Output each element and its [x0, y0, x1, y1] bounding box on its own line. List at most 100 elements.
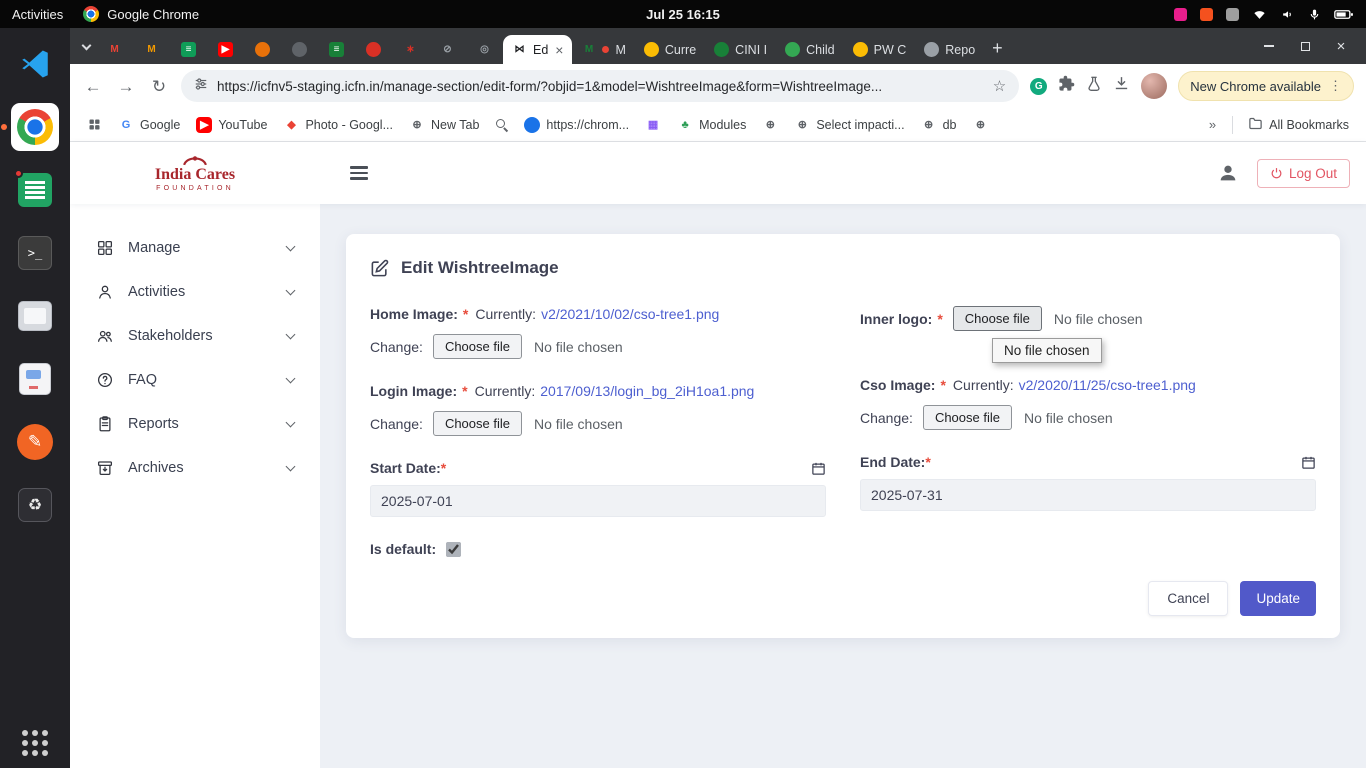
- dock-item-draw[interactable]: ✎: [11, 418, 59, 466]
- bookmark-youtube[interactable]: ▶YouTube: [189, 113, 274, 137]
- site-settings-icon[interactable]: [194, 77, 208, 96]
- logout-button[interactable]: Log Out: [1257, 159, 1350, 188]
- chrome-labs-flask-icon[interactable]: [1086, 76, 1102, 97]
- browser-tab-child[interactable]: Child: [776, 35, 844, 64]
- tray-app-icon-1[interactable]: [1174, 8, 1187, 21]
- start-date-input[interactable]: [370, 485, 826, 517]
- apps-grid-icon[interactable]: [80, 113, 109, 136]
- browser-tab-pw-c[interactable]: PW C: [844, 35, 916, 64]
- dock-item-vscode[interactable]: [11, 40, 59, 88]
- browser-tab-ed[interactable]: ⋈Ed×: [503, 35, 572, 64]
- maximize-button[interactable]: [1298, 39, 1312, 53]
- sidebar-item-manage[interactable]: Manage: [70, 226, 320, 270]
- home-image-choose-file-button[interactable]: Choose file: [433, 334, 522, 359]
- dock-item-terminal[interactable]: >_: [11, 229, 59, 277]
- bookmark-select-impacti-[interactable]: ⊕Select impacti...: [787, 113, 911, 137]
- bookmark-photo-googl-[interactable]: ◆Photo - Googl...: [276, 113, 400, 137]
- browser-tab[interactable]: ▶: [207, 35, 244, 64]
- content-area: Edit WishtreeImage Home Image:* Currentl…: [320, 204, 1366, 768]
- sidebar-item-stakeholders[interactable]: Stakeholders: [70, 314, 320, 358]
- login-image-choose-file-button[interactable]: Choose file: [433, 411, 522, 436]
- login-image-link[interactable]: 2017/09/13/login_bg_2iH1oa1.png: [540, 383, 754, 399]
- end-date-calendar-icon[interactable]: [1301, 455, 1316, 470]
- cso-image-link[interactable]: v2/2020/11/25/cso-tree1.png: [1019, 377, 1196, 393]
- browser-tab-m[interactable]: MM: [572, 35, 634, 64]
- edit-pencil-icon: [370, 259, 389, 278]
- volume-icon[interactable]: [1280, 8, 1295, 21]
- bookmark-https-chrom-[interactable]: https://chrom...: [517, 113, 636, 137]
- cancel-button[interactable]: Cancel: [1148, 581, 1228, 616]
- sidebar-toggle-button[interactable]: [346, 162, 372, 183]
- all-bookmarks-button[interactable]: All Bookmarks: [1241, 112, 1356, 138]
- microphone-icon[interactable]: [1308, 8, 1321, 21]
- bookmark-item[interactable]: ⊕: [965, 113, 995, 137]
- bookmarks-overflow-chevron[interactable]: »: [1201, 117, 1224, 132]
- bookmark-item[interactable]: ▦: [638, 113, 668, 137]
- tray-app-icon-3[interactable]: [1226, 8, 1239, 21]
- browser-tab[interactable]: [244, 35, 281, 64]
- brand-logo[interactable]: India Cares FOUNDATION: [70, 153, 320, 192]
- update-button[interactable]: Update: [1240, 581, 1316, 616]
- dock-item-recycle[interactable]: ♻: [11, 481, 59, 529]
- close-button[interactable]: ×: [1334, 39, 1348, 53]
- minimize-button[interactable]: [1262, 39, 1276, 53]
- dock-item-sheets[interactable]: [11, 166, 59, 214]
- battery-icon[interactable]: [1334, 8, 1354, 21]
- browser-tab-repo[interactable]: Repo: [915, 35, 984, 64]
- browser-tab[interactable]: [355, 35, 392, 64]
- tab-list-chevron-icon[interactable]: [76, 32, 96, 62]
- browser-tab[interactable]: M: [133, 35, 170, 64]
- browser-tab[interactable]: ⊘: [429, 35, 466, 64]
- bookmark-db[interactable]: ⊕db: [914, 113, 964, 137]
- address-bar[interactable]: https://icfnv5-staging.icfn.in/manage-se…: [181, 70, 1019, 102]
- browser-tab[interactable]: ◎: [466, 35, 503, 64]
- show-applications-button[interactable]: [22, 730, 48, 756]
- tray-app-icon-2[interactable]: [1200, 8, 1213, 21]
- files-icon: [18, 301, 52, 331]
- focused-app-indicator[interactable]: Google Chrome: [83, 6, 199, 22]
- activities-button[interactable]: Activities: [12, 7, 63, 22]
- browser-tab[interactable]: M: [96, 35, 133, 64]
- new-tab-button[interactable]: +: [992, 39, 1003, 57]
- user-menu-button[interactable]: [1217, 162, 1239, 184]
- bookmark-item[interactable]: ⊕: [755, 113, 785, 137]
- browser-tab-cini-i[interactable]: CINI I: [705, 35, 776, 64]
- browser-tab[interactable]: ≡: [318, 35, 355, 64]
- back-button[interactable]: ←: [82, 78, 104, 95]
- grammarly-extension-icon[interactable]: G: [1030, 78, 1047, 95]
- bookmark-new-tab[interactable]: ⊕New Tab: [402, 113, 486, 137]
- bookmark-item[interactable]: [488, 114, 515, 135]
- end-date-input[interactable]: [860, 479, 1316, 511]
- extensions-puzzle-icon[interactable]: [1058, 75, 1075, 97]
- inner-logo-choose-file-button[interactable]: Choose file: [953, 306, 1042, 331]
- bookmark-star-icon[interactable]: ☆: [993, 77, 1006, 95]
- chevron-down-icon: [286, 462, 296, 472]
- network-icon[interactable]: [1252, 8, 1267, 21]
- browser-tab[interactable]: ≡: [170, 35, 207, 64]
- cso-image-choose-file-button[interactable]: Choose file: [923, 405, 1012, 430]
- downloads-icon[interactable]: [1113, 75, 1130, 97]
- menu-kebab-icon[interactable]: ⋮: [1329, 78, 1342, 94]
- tab-title: PW C: [874, 43, 907, 57]
- sidebar-item-faq[interactable]: FAQ: [70, 358, 320, 402]
- reload-button[interactable]: ↻: [148, 78, 170, 95]
- dock-item-screenshot[interactable]: [11, 355, 59, 403]
- tab-close-icon[interactable]: ×: [555, 42, 563, 58]
- home-image-link[interactable]: v2/2021/10/02/cso-tree1.png: [541, 306, 719, 322]
- profile-avatar[interactable]: [1141, 73, 1167, 99]
- browser-tab-curre[interactable]: Curre: [635, 35, 705, 64]
- sidebar-item-archives[interactable]: Archives: [70, 446, 320, 490]
- start-date-calendar-icon[interactable]: [811, 461, 826, 476]
- browser-tab[interactable]: [281, 35, 318, 64]
- dock-item-chrome[interactable]: [11, 103, 59, 151]
- is-default-checkbox[interactable]: [446, 542, 461, 557]
- dock-item-files[interactable]: [11, 292, 59, 340]
- forward-button[interactable]: →: [115, 78, 137, 95]
- clock[interactable]: Jul 25 16:15: [646, 7, 720, 22]
- sidebar-item-reports[interactable]: Reports: [70, 402, 320, 446]
- browser-tab[interactable]: ∗: [392, 35, 429, 64]
- update-chrome-chip[interactable]: New Chrome available ⋮: [1178, 71, 1354, 101]
- sidebar-item-activities[interactable]: Activities: [70, 270, 320, 314]
- bookmark-modules[interactable]: ♣Modules: [670, 113, 753, 137]
- bookmark-google[interactable]: GGoogle: [111, 113, 187, 137]
